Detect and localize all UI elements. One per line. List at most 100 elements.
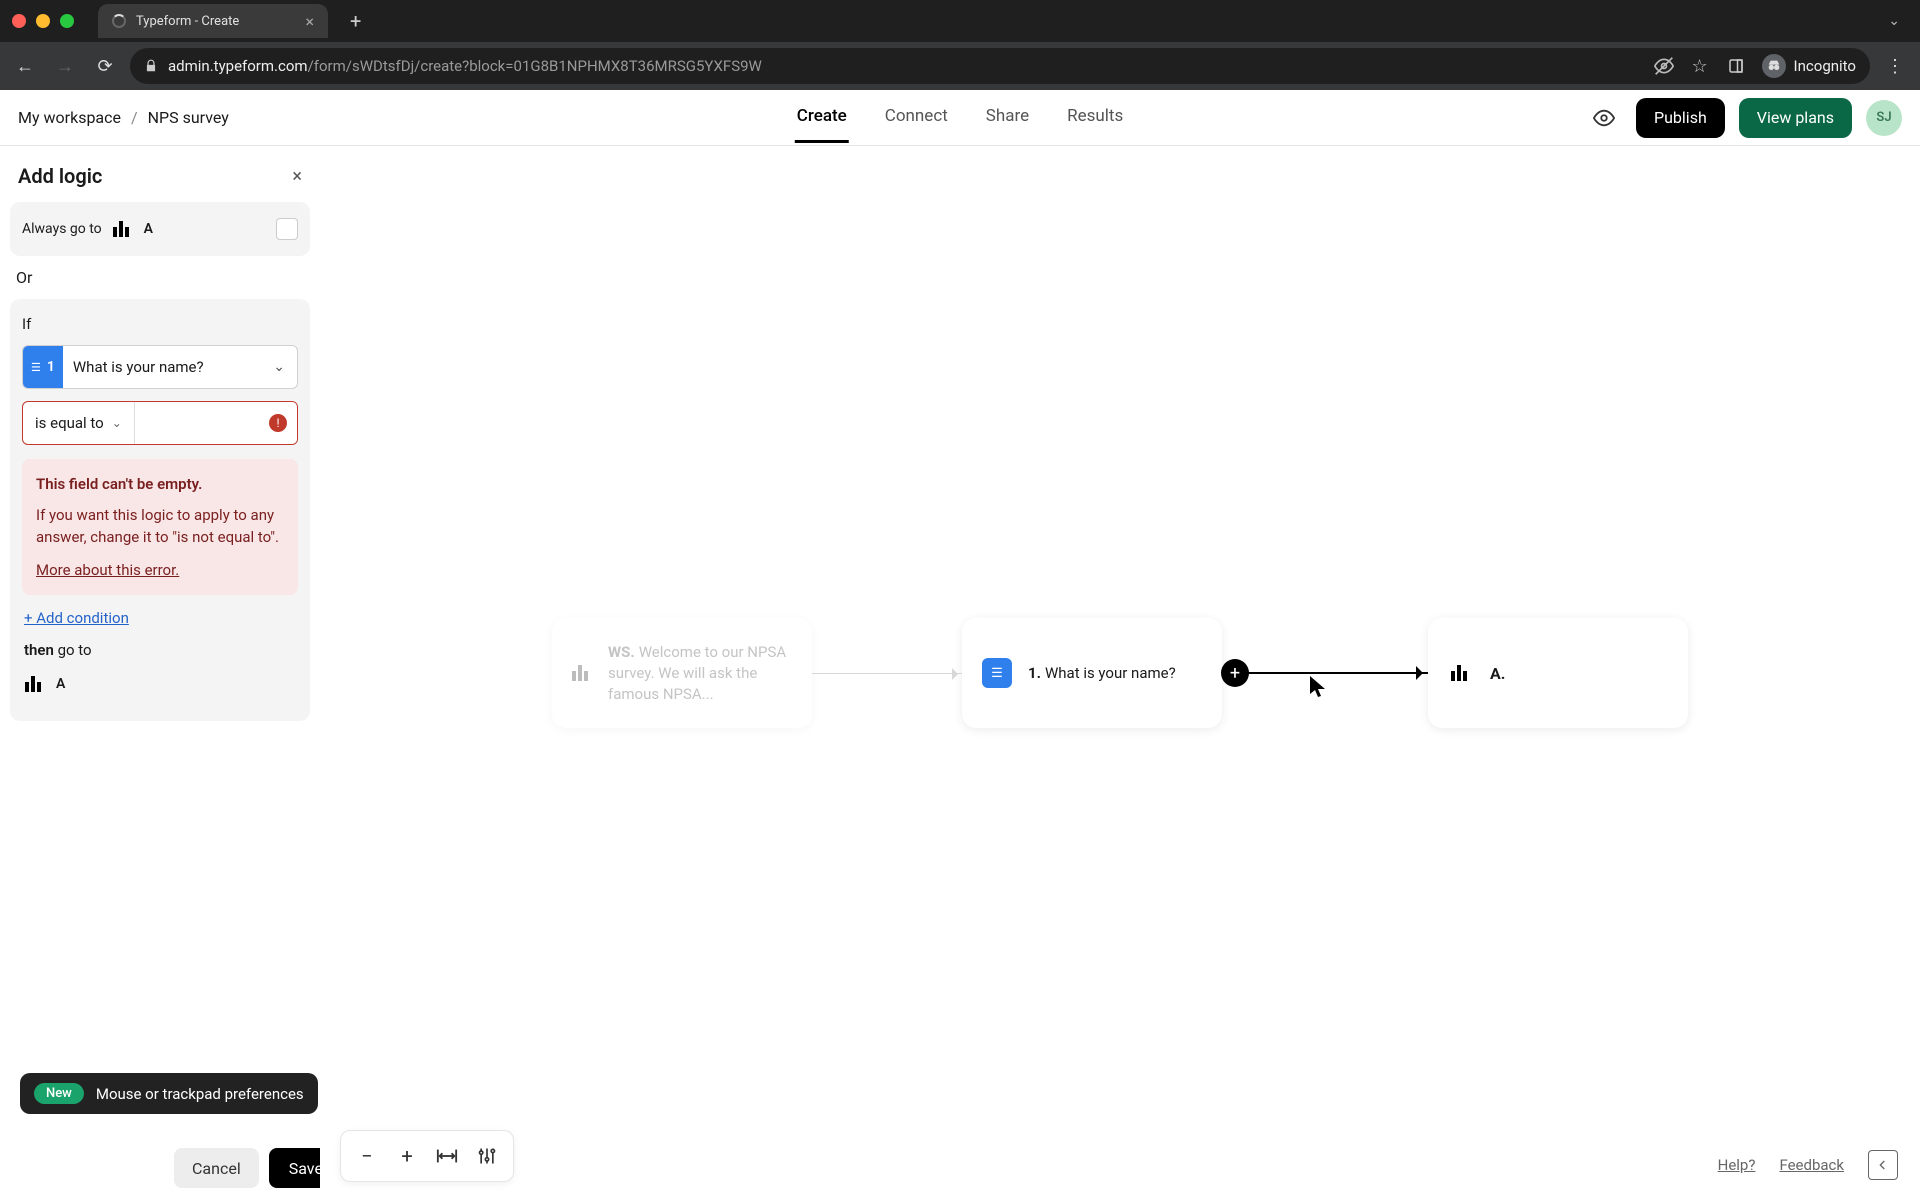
zoom-controls: − + bbox=[340, 1130, 514, 1182]
edge-q1-to-ending bbox=[1248, 672, 1428, 674]
error-body: If you want this logic to apply to any a… bbox=[36, 504, 284, 549]
star-icon[interactable]: ☆ bbox=[1690, 56, 1710, 76]
titlebar: Typeform - Create × + ⌄ bbox=[0, 0, 1920, 42]
new-badge: New bbox=[34, 1083, 84, 1104]
add-branch-button[interactable]: + bbox=[1221, 659, 1249, 687]
node-ws-text: WS.Welcome to our NPSA survey. We will a… bbox=[608, 642, 792, 705]
tab-close-icon[interactable]: × bbox=[305, 12, 314, 31]
cursor-icon bbox=[1310, 676, 1328, 698]
maximize-window-icon[interactable] bbox=[60, 14, 74, 28]
tab-connect[interactable]: Connect bbox=[883, 92, 950, 143]
preferences-banner[interactable]: New Mouse or trackpad preferences bbox=[20, 1073, 318, 1114]
panel-toggle-icon[interactable] bbox=[1868, 1150, 1898, 1180]
node-q1-text: 1.What is your name? bbox=[1028, 664, 1176, 682]
browser-chrome: Typeform - Create × + ⌄ ← → ⟳ admin.type… bbox=[0, 0, 1920, 90]
view-plans-button[interactable]: View plans bbox=[1739, 98, 1852, 138]
tab-title: Typeform - Create bbox=[136, 14, 295, 29]
node-ending-label: A. bbox=[1490, 664, 1505, 683]
if-label: If bbox=[22, 315, 298, 333]
error-link[interactable]: More about this error. bbox=[36, 559, 284, 582]
sidebar-title: Add logic bbox=[18, 164, 102, 188]
node-question-1[interactable]: ☰ 1.What is your name? bbox=[962, 618, 1222, 728]
ending-icon bbox=[1448, 660, 1474, 686]
browser-menu-icon[interactable]: ⋮ bbox=[1880, 56, 1910, 77]
zoom-out-button[interactable]: − bbox=[347, 1137, 387, 1175]
breadcrumb-separator: / bbox=[131, 108, 138, 127]
forward-button[interactable]: → bbox=[50, 51, 80, 81]
reload-button[interactable]: ⟳ bbox=[90, 51, 120, 81]
operator-select[interactable]: is equal to ⌄ bbox=[23, 402, 135, 444]
lock-icon bbox=[144, 59, 158, 73]
operator-label: is equal to bbox=[35, 414, 104, 432]
logic-canvas[interactable]: WS.Welcome to our NPSA survey. We will a… bbox=[320, 146, 1920, 1200]
always-goto-target: A bbox=[144, 221, 153, 237]
always-goto-panel: Always go to A bbox=[10, 202, 310, 256]
url-text: admin.typeform.com/form/sWDtsfDj/create?… bbox=[168, 57, 762, 75]
browser-tab[interactable]: Typeform - Create × bbox=[98, 4, 328, 38]
header-tabs: Create Connect Share Results bbox=[795, 92, 1125, 143]
window-controls bbox=[12, 14, 74, 28]
condition-row: is equal to ⌄ ! bbox=[22, 401, 298, 445]
error-title: This field can't be empty. bbox=[36, 473, 284, 496]
close-window-icon[interactable] bbox=[12, 14, 26, 28]
avatar[interactable]: SJ bbox=[1866, 100, 1902, 136]
or-label: Or bbox=[10, 256, 310, 299]
then-target[interactable]: A bbox=[22, 663, 298, 705]
settings-sliders-button[interactable] bbox=[467, 1137, 507, 1175]
address-bar[interactable]: admin.typeform.com/form/sWDtsfDj/create?… bbox=[130, 48, 1870, 84]
error-message: This field can't be empty. If you want t… bbox=[22, 459, 298, 595]
then-target-label: A bbox=[56, 676, 65, 692]
incognito-icon bbox=[1762, 54, 1786, 78]
toolbar: ← → ⟳ admin.typeform.com/form/sWDtsfDj/c… bbox=[0, 42, 1920, 90]
feedback-link[interactable]: Feedback bbox=[1779, 1156, 1844, 1174]
breadcrumb: My workspace / NPS survey bbox=[18, 108, 229, 127]
tab-results[interactable]: Results bbox=[1065, 92, 1125, 143]
url-host: admin.typeform.com bbox=[168, 57, 308, 75]
flow: WS.Welcome to our NPSA survey. We will a… bbox=[552, 618, 1688, 728]
then-label: then go to bbox=[22, 637, 298, 663]
node-ws-prefix: WS. bbox=[608, 643, 635, 661]
cancel-button[interactable]: Cancel bbox=[174, 1148, 259, 1188]
ending-icon bbox=[24, 673, 46, 695]
breadcrumb-workspace[interactable]: My workspace bbox=[18, 108, 121, 127]
app-header: My workspace / NPS survey Create Connect… bbox=[0, 90, 1920, 146]
node-ending-a[interactable]: A. bbox=[1428, 618, 1688, 728]
node-welcome-screen[interactable]: WS.Welcome to our NPSA survey. We will a… bbox=[552, 618, 812, 728]
tabs-overflow-icon[interactable]: ⌄ bbox=[1880, 13, 1908, 29]
if-panel: If ☰ 1 What is your name? ⌄ is equal to … bbox=[10, 299, 310, 721]
zoom-in-button[interactable]: + bbox=[387, 1137, 427, 1175]
minimize-window-icon[interactable] bbox=[36, 14, 50, 28]
eye-off-icon[interactable] bbox=[1654, 56, 1674, 76]
incognito-label: Incognito bbox=[1794, 57, 1856, 75]
url-path: /form/sWDtsfDj/create?block=01G8B1NPHMX8… bbox=[308, 57, 762, 75]
sidebar-close-icon[interactable]: × bbox=[292, 166, 302, 187]
logic-sidebar: Add logic × Always go to A Or If bbox=[0, 146, 320, 1200]
incognito-indicator[interactable]: Incognito bbox=[1762, 54, 1856, 78]
add-condition-link[interactable]: + Add condition bbox=[22, 595, 298, 637]
welcome-icon bbox=[572, 660, 592, 686]
help-link[interactable]: Help? bbox=[1718, 1156, 1756, 1174]
new-tab-button[interactable]: + bbox=[342, 9, 369, 33]
error-icon: ! bbox=[269, 414, 287, 432]
question-select[interactable]: ☰ 1 What is your name? ⌄ bbox=[22, 345, 298, 389]
footer-links: Help? Feedback bbox=[1718, 1150, 1898, 1180]
back-button[interactable]: ← bbox=[10, 51, 40, 81]
edge-ws-to-q1 bbox=[812, 673, 962, 674]
breadcrumb-current: NPS survey bbox=[148, 108, 229, 127]
tab-share[interactable]: Share bbox=[984, 92, 1031, 143]
fit-width-button[interactable] bbox=[427, 1137, 467, 1175]
question-number: 1 bbox=[47, 359, 55, 375]
publish-button[interactable]: Publish bbox=[1636, 98, 1725, 138]
question-select-label: What is your name? bbox=[63, 358, 261, 376]
question-type-icon: ☰ 1 bbox=[23, 346, 63, 388]
preview-button[interactable] bbox=[1586, 100, 1622, 136]
always-goto-checkbox[interactable] bbox=[276, 218, 298, 240]
tab-create[interactable]: Create bbox=[795, 92, 849, 143]
loading-spinner-icon bbox=[112, 14, 126, 28]
ending-icon bbox=[112, 218, 134, 240]
sidebar-footer: Cancel Save bbox=[0, 1136, 320, 1200]
chevron-down-icon: ⌄ bbox=[261, 359, 297, 375]
chevron-down-icon: ⌄ bbox=[112, 416, 122, 430]
extensions-icon[interactable] bbox=[1726, 56, 1746, 76]
node-q1-number: 1. bbox=[1028, 664, 1041, 682]
